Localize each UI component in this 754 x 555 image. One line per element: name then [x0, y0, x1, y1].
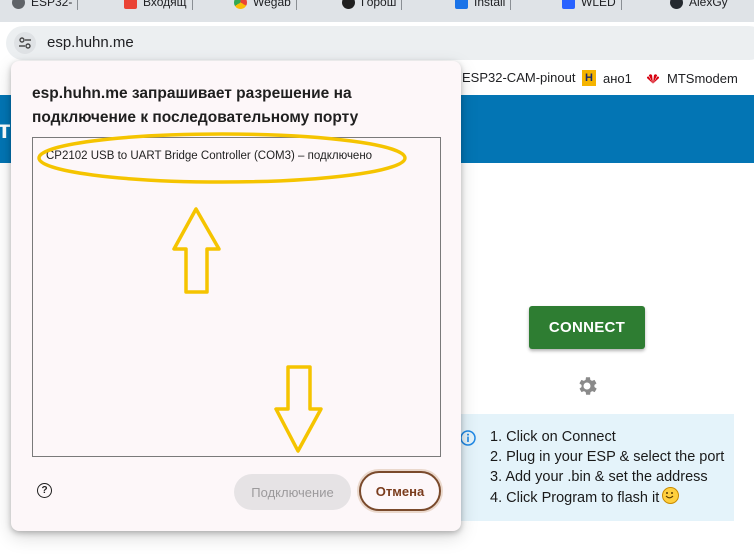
browser-tab-strip: ESP32- Входящ Wegab Горош Install WLED A… [0, 0, 754, 22]
browser-tab[interactable]: WLED [562, 0, 622, 10]
tab-label: Горош [361, 0, 397, 9]
settings-gear-icon[interactable] [575, 374, 599, 398]
connect-button[interactable]: CONNECT [529, 306, 645, 349]
bookmark-mtsmodem[interactable]: MTSmodem [646, 70, 738, 86]
smiley-icon [662, 487, 680, 504]
step-item: 3. Add your .bin & set the address [490, 469, 708, 485]
browser-toolbar: esp.huhn.me [0, 22, 754, 64]
gear-icon [342, 0, 355, 9]
step-item: 4. Click Program to flash it [490, 490, 660, 506]
chrome-icon [234, 0, 247, 9]
bookmark-label: MTSmodem [667, 70, 738, 86]
huawei-logo-icon [646, 70, 660, 86]
page-title: т [0, 114, 11, 144]
tab-label: ESP32- [31, 0, 73, 9]
globe-icon [12, 0, 25, 9]
tab-label: Install [474, 0, 506, 9]
bookmark-esp32-cam-pinout[interactable]: ESP32-CAM-pinout [462, 70, 575, 85]
hh-logo-icon: H [582, 70, 596, 86]
info-icon [460, 430, 476, 446]
connect-port-button[interactable]: Подключение [234, 474, 351, 510]
bookmark-label: ано1 [603, 70, 632, 86]
serial-port-option[interactable]: CP2102 USB to UART Bridge Controller (CO… [46, 150, 372, 162]
tab-label: WLED [581, 0, 616, 9]
site-info-icon[interactable] [14, 32, 36, 54]
tab-label: AlexGy [689, 0, 728, 9]
bookmark-ano1[interactable]: H ано1 [582, 70, 632, 86]
step-item-with-emoji: 4. Click Program to flash it [490, 487, 724, 508]
gmail-icon [124, 0, 137, 9]
instruction-steps: 1. Click on Connect 2. Plug in your ESP … [490, 427, 724, 508]
browser-tab[interactable]: Входящ [124, 0, 193, 10]
serial-port-permission-dialog: esp.huhn.me запрашивает разрешение на по… [11, 61, 461, 531]
bookmark-label: ESP32-CAM-pinout [462, 70, 576, 85]
browser-tab[interactable]: AlexGy [670, 0, 728, 10]
cancel-button[interactable]: Отмена [359, 471, 441, 511]
github-icon [670, 0, 683, 9]
dialog-title: esp.huhn.me запрашивает разрешение на по… [32, 85, 359, 126]
browser-tab[interactable]: Wegab [234, 0, 297, 10]
address-bar[interactable]: esp.huhn.me [6, 26, 754, 60]
check-icon [455, 0, 468, 9]
step-item: 1. Click on Connect [490, 429, 616, 445]
tab-label: Входящ [143, 0, 187, 9]
browser-tab[interactable]: Горош [342, 0, 403, 10]
instructions-box: 1. Click on Connect 2. Plug in your ESP … [452, 414, 734, 521]
browser-tab[interactable]: ESP32- [12, 0, 79, 10]
help-icon[interactable]: ? [37, 483, 52, 498]
tab-label: Wegab [253, 0, 291, 9]
serial-port-list[interactable]: CP2102 USB to UART Bridge Controller (CO… [32, 137, 441, 457]
wled-icon [562, 0, 575, 9]
address-url[interactable]: esp.huhn.me [47, 34, 134, 51]
browser-tab[interactable]: Install [455, 0, 512, 10]
step-item: 2. Plug in your ESP & select the port [490, 449, 725, 465]
